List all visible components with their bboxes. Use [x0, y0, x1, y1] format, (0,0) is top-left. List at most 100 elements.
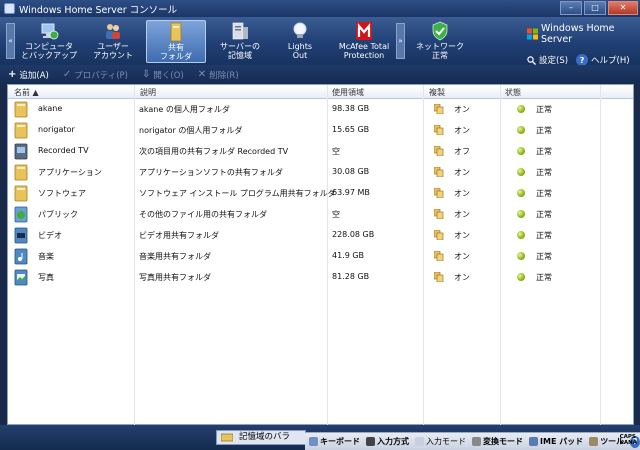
folder-description: 次の項目用の共有フォルダ Recorded TV: [139, 147, 289, 156]
folder-name: アプリケーション: [38, 168, 102, 177]
open-button[interactable]: ⇩ 開く(O): [142, 69, 184, 81]
maximize-button[interactable]: □: [584, 1, 606, 15]
ime-pad-button[interactable]: IME パッド: [529, 436, 583, 447]
tab-computers-backup[interactable]: コンピュータ とバックアップ: [20, 20, 78, 63]
folder-icon: [14, 101, 28, 118]
input-method-icon: [366, 437, 375, 446]
folder-icon: [14, 122, 28, 139]
input-mode-button[interactable]: 入力モード: [415, 436, 466, 447]
tab-shared-folders[interactable]: 共有 フォルダ: [146, 20, 206, 63]
folder-used-space: 空: [332, 210, 340, 219]
delete-button[interactable]: ✕ 削除(R): [198, 69, 239, 81]
shared-folder-icon: [170, 22, 182, 42]
keyboard-button[interactable]: キーボード: [309, 436, 360, 447]
tab-server-storage[interactable]: サーバーの 記憶域: [212, 20, 268, 63]
table-row[interactable]: 音楽 音楽用共有フォルダ 41.9 GB オン 正常: [8, 246, 633, 267]
keyboard-icon: [309, 437, 318, 446]
tab-label: コンピュータ とバックアップ: [21, 42, 77, 60]
input-method-button[interactable]: 入力方式: [366, 436, 409, 447]
brand-logo: Windows Home Server: [527, 23, 640, 45]
add-button[interactable]: + 追加(A): [8, 69, 49, 81]
conversion-mode-button[interactable]: 変換モード: [472, 436, 523, 447]
folder-used-space: 空: [332, 147, 340, 156]
storage-status-message[interactable]: 記憶域のバラ: [216, 430, 306, 445]
folder-status: 正常: [536, 273, 552, 282]
table-row[interactable]: 写真 写真用共有フォルダ 81.28 GB オン 正常: [8, 267, 633, 288]
input-method-label: 入力方式: [377, 437, 409, 446]
folder-name: norigator: [38, 125, 75, 134]
tab-mcafee-total-protection[interactable]: McAfee Total Protection: [334, 20, 394, 63]
app-icon: [4, 3, 15, 14]
tab-user-accounts[interactable]: ユーザー アカウント: [84, 20, 142, 63]
server-storage-icon: [232, 22, 248, 40]
properties-button[interactable]: ✓ プロパティ(P): [63, 69, 128, 81]
folder-description: 写真用共有フォルダ: [139, 273, 211, 282]
folder-description: norigator の個人用フォルダ: [139, 126, 243, 135]
folder-description: アプリケーションソフトの共有フォルダ: [139, 168, 283, 177]
duplication-icon: [434, 209, 444, 219]
folder-duplication: オン: [454, 168, 470, 177]
storage-icon: [221, 433, 233, 442]
folder-status: 正常: [536, 105, 552, 114]
column-header-used[interactable]: 使用領域: [332, 87, 364, 98]
folder-icon: [14, 185, 28, 202]
tab-label: ネットワーク 正常: [416, 42, 464, 60]
check-icon: ✓: [62, 69, 72, 80]
status-ok-icon: [517, 189, 525, 197]
minimize-button[interactable]: –: [560, 1, 582, 15]
input-mode-label: 入力モード: [426, 437, 466, 446]
table-row[interactable]: アプリケーション アプリケーションソフトの共有フォルダ 30.08 GB オン 正常: [8, 162, 633, 183]
duplication-icon: [434, 272, 444, 282]
table-row[interactable]: ビデオ ビデオ用共有フォルダ 228.08 GB オン 正常: [8, 225, 633, 246]
folder-icon: [14, 164, 28, 181]
folder-duplication: オン: [454, 252, 470, 261]
tv-folder-icon: [14, 143, 28, 160]
folder-duplication: オン: [454, 210, 470, 219]
lightbulb-icon: [293, 22, 307, 38]
column-header-description[interactable]: 説明: [140, 87, 156, 98]
window-title: Windows Home Server コンソール: [19, 4, 178, 16]
folder-used-space: 81.28 GB: [332, 272, 370, 281]
tab-label: 共有 フォルダ: [160, 43, 192, 61]
status-ok-icon: [517, 126, 525, 134]
ime-pad-icon: [529, 437, 538, 446]
nav-scroll-left-button[interactable]: «: [6, 23, 15, 59]
folder-used-space: 98.38 GB: [332, 104, 370, 113]
close-button[interactable]: ✕: [608, 1, 638, 15]
ime-pad-label: IME パッド: [540, 437, 584, 446]
duplication-icon: [434, 125, 444, 135]
folder-name: 音楽: [38, 252, 54, 261]
shared-folders-list: 名前 ▲ 説明 使用領域 複製 状態 akane akane の個人用フォルダ 98…: [7, 84, 634, 426]
nav-scroll-right-button[interactable]: »: [396, 23, 405, 59]
table-row[interactable]: ソフトウェア ソフトウェア インストール プログラム用共有フォルダ 63.97 MB…: [8, 183, 633, 204]
search-icon: [527, 55, 536, 65]
folder-status: 正常: [536, 147, 552, 156]
folder-duplication: オン: [454, 126, 470, 135]
folder-name: akane: [38, 104, 63, 113]
column-header-duplication[interactable]: 複製: [429, 87, 445, 98]
column-header-name[interactable]: 名前 ▲: [14, 87, 39, 98]
input-mode-icon: [415, 437, 424, 446]
column-header-status[interactable]: 状態: [505, 87, 521, 98]
tab-lights-out[interactable]: Lights Out: [276, 20, 324, 63]
properties-label: プロパティ(P): [74, 70, 128, 81]
tab-network-status[interactable]: ネットワーク 正常: [412, 20, 468, 63]
status-ok-icon: [517, 273, 525, 281]
table-row[interactable]: パブリック その他のファイル用の共有フォルダ 空 オン 正常: [8, 204, 633, 225]
table-row[interactable]: akane akane の個人用フォルダ 98.38 GB オン 正常: [8, 99, 633, 120]
table-row[interactable]: norigator norigator の個人用フォルダ 15.65 GB オン 正常: [8, 120, 633, 141]
folder-used-space: 30.08 GB: [332, 167, 370, 176]
folder-status: 正常: [536, 252, 552, 261]
toolbar: + 追加(A) ✓ プロパティ(P) ⇩ 開く(O) ✕ 削除(R): [0, 65, 640, 84]
table-row[interactable]: Recorded TV 次の項目用の共有フォルダ Recorded TV 空 オフ 正常: [8, 141, 633, 162]
kana-indicator: KANA: [619, 440, 637, 446]
duplication-icon: [434, 188, 444, 198]
folder-duplication: オン: [454, 273, 470, 282]
network-shield-icon: [432, 21, 448, 41]
duplication-icon: [434, 230, 444, 240]
folder-used-space: 15.65 GB: [332, 125, 370, 134]
language-bar: キーボード 入力方式 入力モード 変換モード IME パッド ツール ? CAP…: [305, 432, 640, 450]
plus-icon: +: [8, 69, 17, 80]
duplication-icon: [434, 146, 444, 156]
conversion-mode-icon: [472, 437, 481, 446]
